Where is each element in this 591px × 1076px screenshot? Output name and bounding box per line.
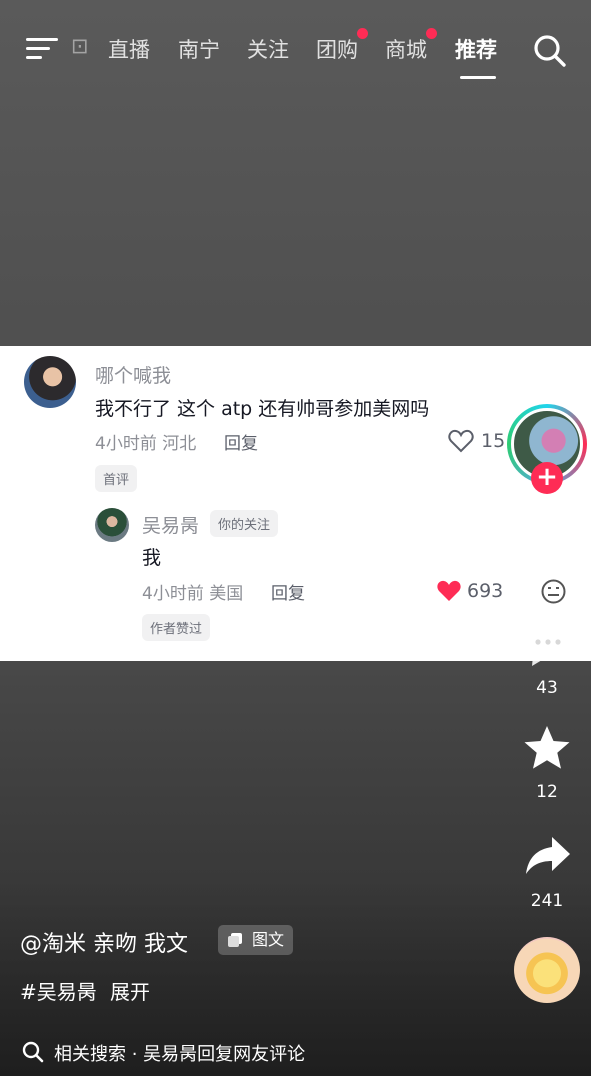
music-disc-avatar[interactable]	[514, 937, 580, 1003]
reply-like-count: 693	[467, 580, 504, 602]
comment-count: 43	[536, 678, 558, 698]
heart-filled-icon[interactable]	[436, 579, 462, 603]
comment-screenshot-card: 哪个喊我 我不行了 这个 atp 还有帅哥参加美网吗 4小时前 河北 回复 15…	[0, 346, 591, 661]
favorite-count: 12	[536, 782, 558, 802]
expand-button[interactable]: 展开	[110, 976, 150, 1005]
related-search-link[interactable]: 相关搜索 · 吴易昺回复网友评论	[54, 1040, 305, 1066]
reply-author[interactable]: 吴易昺	[142, 511, 199, 538]
menu-icon[interactable]	[26, 36, 58, 62]
badge-label: 图文	[252, 930, 285, 949]
tab-mall-label: 商城	[385, 38, 427, 62]
comment-text: 我不行了 这个 atp 还有帅哥参加美网吗	[95, 398, 430, 420]
tab-partial[interactable]: ⊡	[71, 34, 91, 58]
following-tag: 你的关注	[210, 510, 279, 537]
avatar[interactable]	[95, 508, 129, 542]
notification-dot	[426, 28, 437, 39]
notification-dot	[357, 28, 368, 39]
follow-plus-icon[interactable]: +	[531, 462, 563, 494]
tab-live[interactable]: 直播	[108, 34, 150, 64]
heart-outline-icon[interactable]	[448, 429, 474, 453]
comment-like-count: 15	[481, 430, 506, 452]
emoji-icon[interactable]	[540, 578, 567, 605]
comment-bubble-icon[interactable]	[521, 620, 575, 670]
comment-reply-button[interactable]: 回复	[224, 429, 258, 454]
first-comment-tag: 首评	[95, 465, 138, 492]
reply-text: 我	[142, 547, 162, 569]
avatar[interactable]	[24, 356, 76, 408]
tab-following[interactable]: 关注	[247, 34, 289, 64]
hashtag-link[interactable]: #吴易昺	[20, 976, 97, 1005]
search-small-icon	[22, 1041, 44, 1063]
favorite-star-icon[interactable]	[522, 724, 572, 772]
active-tab-indicator	[460, 76, 496, 79]
tab-group-buy[interactable]: 团购	[316, 28, 368, 64]
comment-time-location: 4小时前 河北	[95, 434, 197, 454]
top-navigation: ⊡ 直播 南宁 关注 团购 商城 推荐	[0, 20, 591, 79]
tab-recommend[interactable]: 推荐	[455, 34, 497, 64]
tab-group-buy-label: 团购	[316, 38, 358, 62]
reply-time-location: 4小时前 美国	[142, 584, 244, 604]
tab-nanning[interactable]: 南宁	[178, 34, 220, 64]
share-count: 241	[530, 891, 564, 911]
image-text-badge: 图文	[218, 925, 294, 955]
post-author[interactable]: @淘米 亲吻 我文	[20, 926, 188, 958]
like-heart-icon[interactable]	[522, 517, 574, 565]
comment-author[interactable]: 哪个喊我	[95, 361, 171, 388]
tab-mall[interactable]: 商城	[385, 28, 437, 64]
share-arrow-icon[interactable]	[524, 834, 572, 876]
author-liked-tag: 作者赞过	[142, 614, 211, 641]
search-icon[interactable]	[533, 34, 567, 68]
reply-reply-button[interactable]: 回复	[271, 579, 305, 604]
gallery-icon	[228, 933, 242, 947]
